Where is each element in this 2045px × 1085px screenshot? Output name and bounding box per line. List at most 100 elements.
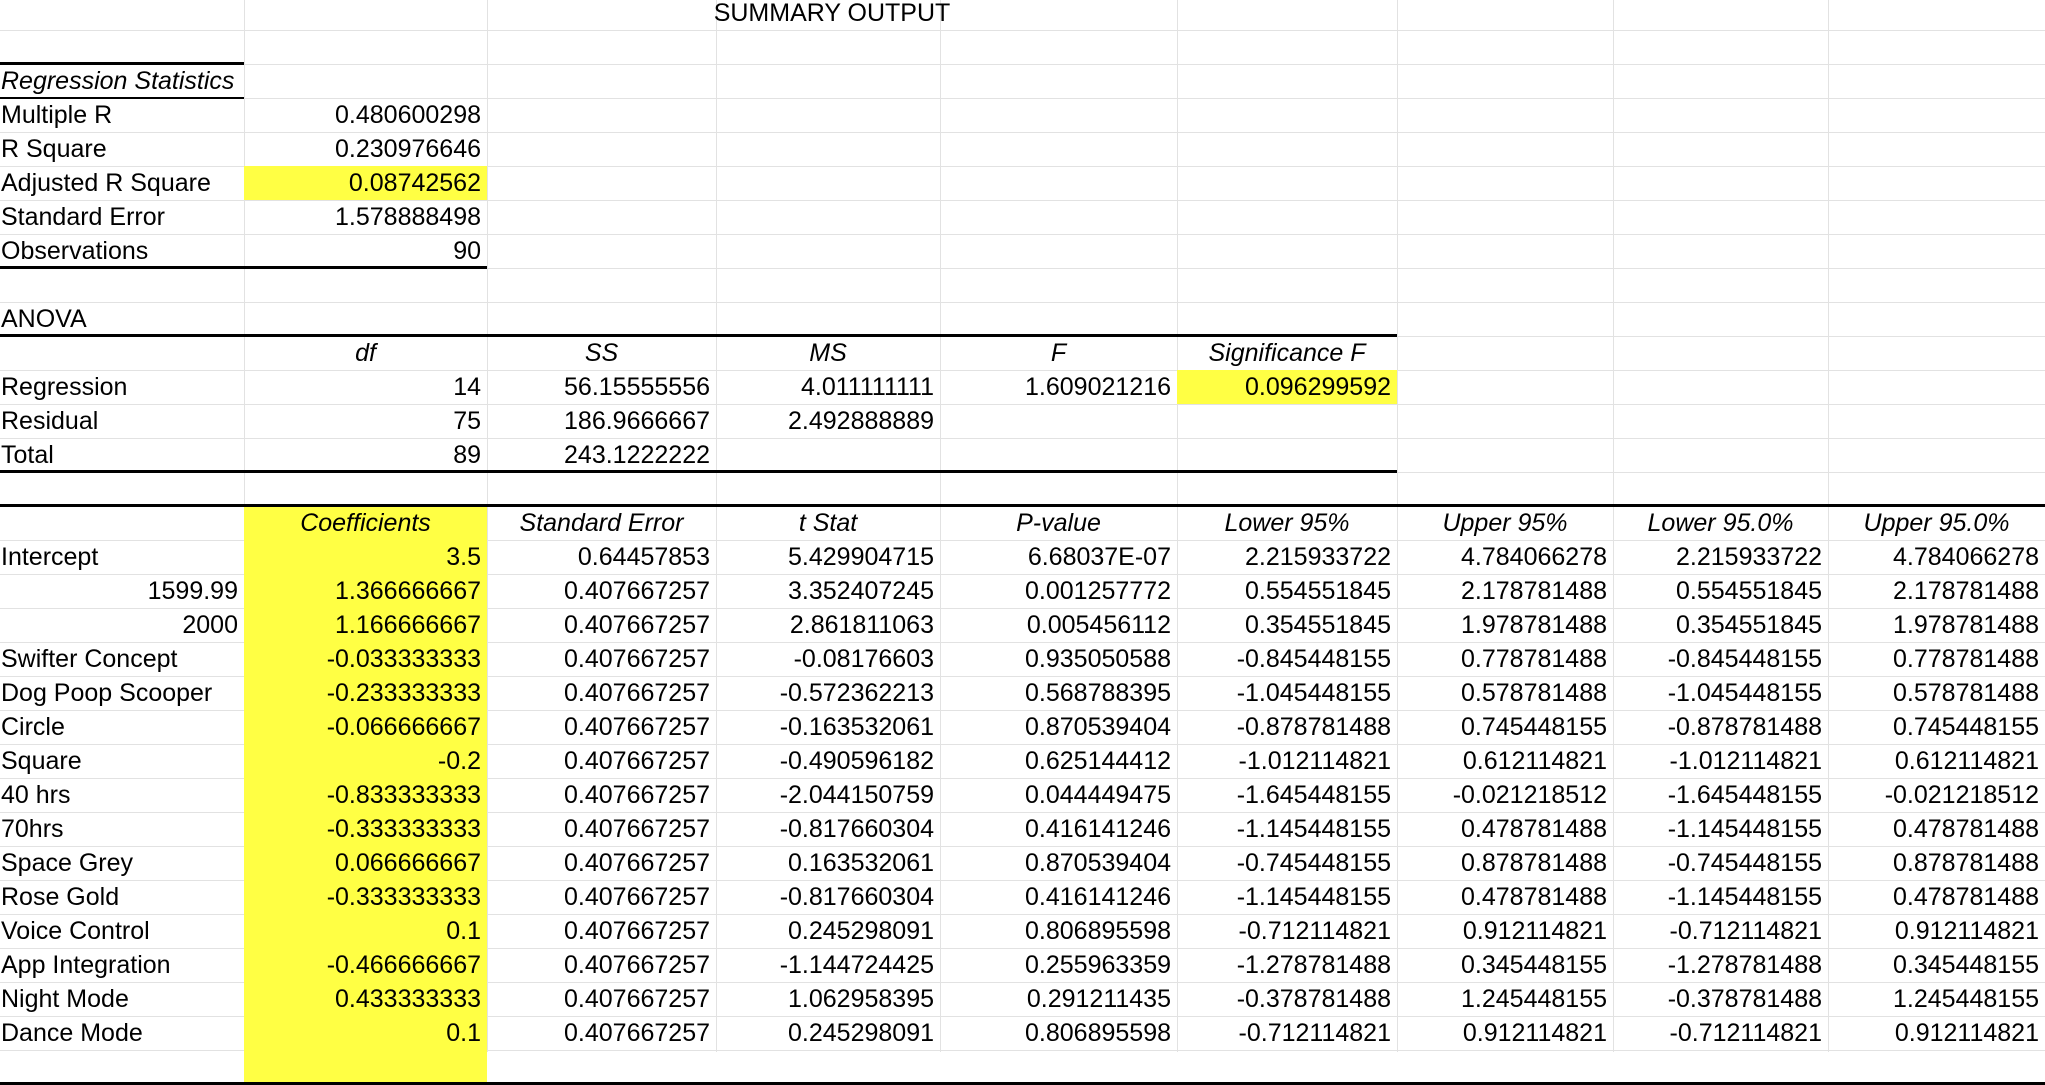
coefficient-cell[interactable]: 0.478781488 <box>1397 812 1613 846</box>
coefficient-cell[interactable]: 0.407667257 <box>487 744 716 778</box>
coefficient-cell[interactable]: 6.68037E-07 <box>940 540 1177 574</box>
coefficient-cell[interactable]: -0.745448155 <box>1613 846 1828 880</box>
coefficients-column-header[interactable]: Lower 95% <box>1177 506 1397 540</box>
coefficient-cell[interactable]: 3.352407245 <box>716 574 940 608</box>
coefficient-cell[interactable]: 0.163532061 <box>716 846 940 880</box>
coefficient-row-label[interactable]: Circle <box>0 710 244 744</box>
regstat-label[interactable]: Multiple R <box>0 98 244 132</box>
coefficient-cell[interactable]: 0.407667257 <box>487 880 716 914</box>
coefficient-cell[interactable]: 0.407667257 <box>487 914 716 948</box>
coefficient-cell[interactable]: -1.278781488 <box>1613 948 1828 982</box>
coefficient-cell[interactable]: -0.845448155 <box>1613 642 1828 676</box>
coefficient-cell[interactable]: -1.012114821 <box>1613 744 1828 778</box>
coefficient-cell[interactable]: 0.1 <box>244 1016 487 1050</box>
regstat-label[interactable]: Adjusted R Square <box>0 166 244 200</box>
regstat-value[interactable]: 0.480600298 <box>244 98 487 132</box>
anova-row-label[interactable]: Residual <box>0 404 244 438</box>
anova-column-header[interactable]: MS <box>716 336 940 370</box>
coefficient-cell[interactable]: -0.378781488 <box>1177 982 1397 1016</box>
coefficient-cell[interactable]: 0.478781488 <box>1828 812 2045 846</box>
anova-cell[interactable] <box>940 404 1177 438</box>
regstat-label[interactable]: Standard Error <box>0 200 244 234</box>
coefficient-cell[interactable]: 0.005456112 <box>940 608 1177 642</box>
coefficient-cell[interactable]: -0.08176603 <box>716 642 940 676</box>
coefficient-cell[interactable]: -1.645448155 <box>1177 778 1397 812</box>
anova-cell[interactable]: 56.15555556 <box>487 370 716 404</box>
anova-cell[interactable]: 1.609021216 <box>940 370 1177 404</box>
coefficient-row-label[interactable]: App Integration <box>0 948 244 982</box>
coefficient-cell[interactable]: -0.712114821 <box>1177 914 1397 948</box>
coefficient-cell[interactable]: 0.416141246 <box>940 880 1177 914</box>
coefficient-row-label[interactable]: Square <box>0 744 244 778</box>
coefficient-cell[interactable]: 0.912114821 <box>1828 1016 2045 1050</box>
coefficient-cell[interactable]: 0.870539404 <box>940 846 1177 880</box>
coefficient-cell[interactable]: -0.021218512 <box>1397 778 1613 812</box>
coefficient-row-label[interactable]: Voice Control <box>0 914 244 948</box>
coefficient-cell[interactable]: -1.145448155 <box>1613 880 1828 914</box>
coefficient-cell[interactable]: -0.745448155 <box>1177 846 1397 880</box>
coefficient-cell[interactable]: 0.407667257 <box>487 642 716 676</box>
coefficient-cell[interactable]: 0.407667257 <box>487 982 716 1016</box>
regstat-value[interactable]: 1.578888498 <box>244 200 487 234</box>
coefficient-cell[interactable]: -1.645448155 <box>1613 778 1828 812</box>
coefficient-cell[interactable]: 1.245448155 <box>1828 982 2045 1016</box>
coefficient-row-label[interactable]: 2000 <box>0 608 244 642</box>
anova-row-label[interactable]: Total <box>0 438 244 472</box>
coefficient-cell[interactable]: 0.245298091 <box>716 1016 940 1050</box>
coefficient-cell[interactable]: -1.144724425 <box>716 948 940 982</box>
coefficient-cell[interactable]: -0.817660304 <box>716 880 940 914</box>
coefficients-column-header[interactable]: Upper 95% <box>1397 506 1613 540</box>
coefficient-row-label[interactable]: 40 hrs <box>0 778 244 812</box>
coefficient-cell[interactable]: -0.163532061 <box>716 710 940 744</box>
regstat-value[interactable]: 90 <box>244 234 487 268</box>
anova-cell[interactable]: 89 <box>244 438 487 472</box>
anova-cell[interactable]: 186.9666667 <box>487 404 716 438</box>
coefficient-cell[interactable]: -1.045448155 <box>1177 676 1397 710</box>
regstat-value[interactable]: 0.08742562 <box>244 166 487 200</box>
coefficients-column-header[interactable]: Lower 95.0% <box>1613 506 1828 540</box>
coefficient-cell[interactable]: -0.712114821 <box>1177 1016 1397 1050</box>
coefficient-cell[interactable]: 0.345448155 <box>1397 948 1613 982</box>
coefficient-cell[interactable]: 0.478781488 <box>1828 880 2045 914</box>
coefficient-cell[interactable]: -0.333333333 <box>244 880 487 914</box>
anova-column-header[interactable]: SS <box>487 336 716 370</box>
coefficient-cell[interactable]: 0.407667257 <box>487 710 716 744</box>
coefficient-cell[interactable]: 0.778781488 <box>1828 642 2045 676</box>
coefficient-cell[interactable]: 2.215933722 <box>1177 540 1397 574</box>
coefficient-cell[interactable]: 0.416141246 <box>940 812 1177 846</box>
coefficient-cell[interactable]: 0.935050588 <box>940 642 1177 676</box>
coefficient-cell[interactable]: 0.778781488 <box>1397 642 1613 676</box>
coefficient-cell[interactable]: -0.2 <box>244 744 487 778</box>
coefficient-cell[interactable]: 0.870539404 <box>940 710 1177 744</box>
coefficient-cell[interactable]: -0.490596182 <box>716 744 940 778</box>
coefficient-cell[interactable]: 0.407667257 <box>487 608 716 642</box>
coefficient-cell[interactable]: 1.366666667 <box>244 574 487 608</box>
coefficient-row-label[interactable]: Dog Poop Scooper <box>0 676 244 710</box>
coefficient-cell[interactable]: -0.033333333 <box>244 642 487 676</box>
anova-column-header[interactable]: Significance F <box>1177 336 1397 370</box>
coefficient-cell[interactable]: 0.806895598 <box>940 1016 1177 1050</box>
coefficients-column-header[interactable]: t Stat <box>716 506 940 540</box>
coefficients-column-header[interactable]: Upper 95.0% <box>1828 506 2045 540</box>
coefficient-cell[interactable]: 2.861811063 <box>716 608 940 642</box>
coefficient-cell[interactable]: 0.554551845 <box>1613 574 1828 608</box>
coefficient-cell[interactable]: 0.407667257 <box>487 948 716 982</box>
coefficient-cell[interactable]: 0.478781488 <box>1397 880 1613 914</box>
coefficient-cell[interactable]: 0.407667257 <box>487 676 716 710</box>
coefficient-cell[interactable]: 0.255963359 <box>940 948 1177 982</box>
coefficient-cell[interactable]: -0.817660304 <box>716 812 940 846</box>
coefficient-cell[interactable]: 4.784066278 <box>1828 540 2045 574</box>
coefficient-cell[interactable]: 0.407667257 <box>487 1016 716 1050</box>
summary-output-title[interactable]: SUMMARY OUTPUT <box>487 0 1177 30</box>
coefficient-cell[interactable]: -0.572362213 <box>716 676 940 710</box>
coefficient-cell[interactable]: 0.245298091 <box>716 914 940 948</box>
coefficient-cell[interactable]: 0.001257772 <box>940 574 1177 608</box>
coefficient-cell[interactable]: 0.912114821 <box>1397 1016 1613 1050</box>
coefficient-cell[interactable]: -0.466666667 <box>244 948 487 982</box>
coefficient-cell[interactable]: -0.233333333 <box>244 676 487 710</box>
coefficient-cell[interactable]: 0.354551845 <box>1177 608 1397 642</box>
coefficient-cell[interactable]: -1.145448155 <box>1613 812 1828 846</box>
coefficient-row-label[interactable]: Rose Gold <box>0 880 244 914</box>
coefficient-cell[interactable]: -1.278781488 <box>1177 948 1397 982</box>
coefficient-cell[interactable]: -0.333333333 <box>244 812 487 846</box>
